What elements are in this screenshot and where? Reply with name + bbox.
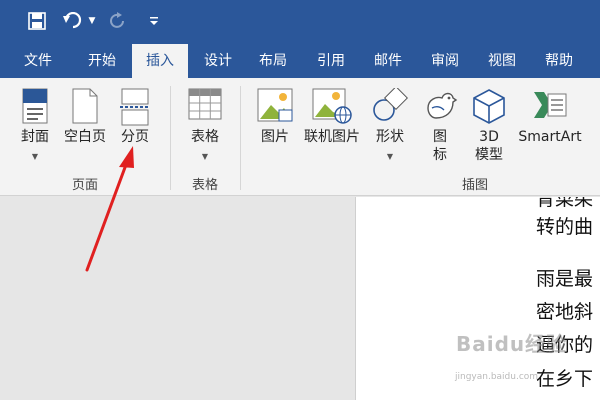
annotation-arrow (85, 146, 134, 272)
